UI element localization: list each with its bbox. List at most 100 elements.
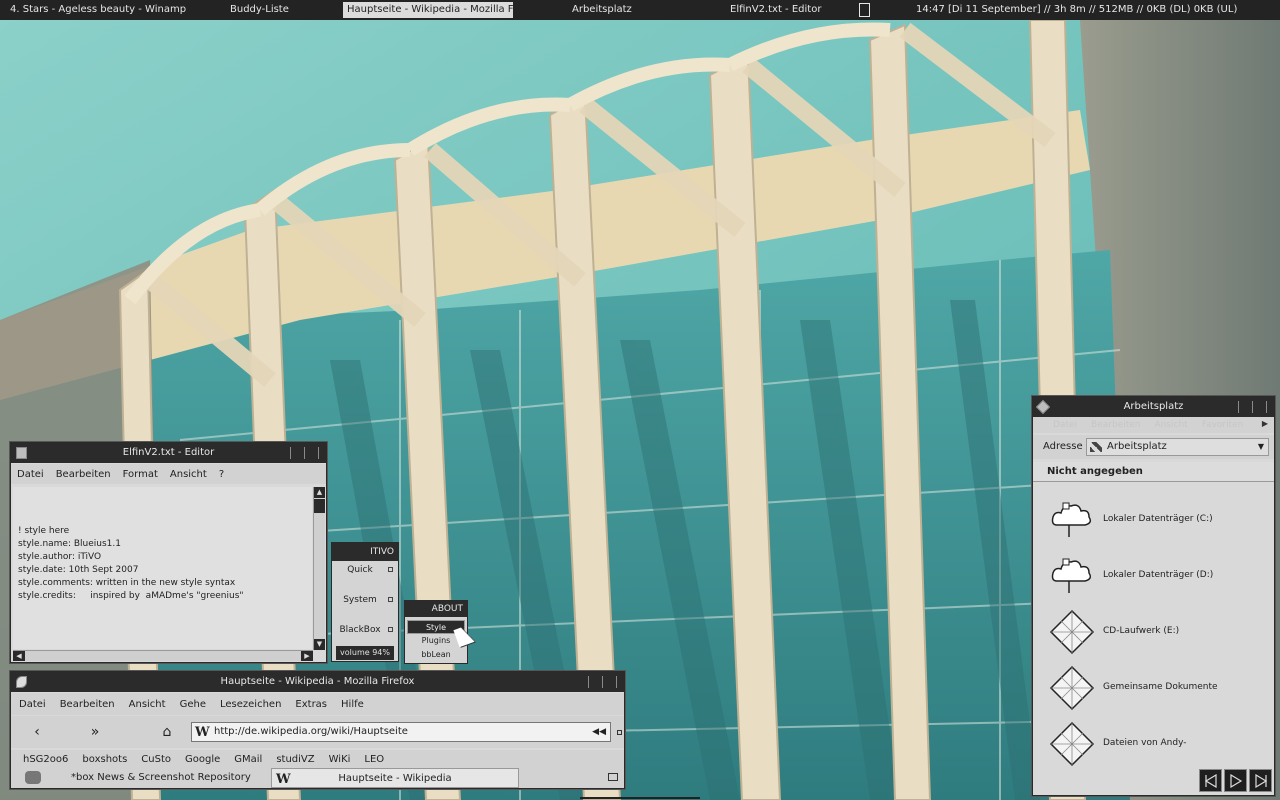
bookmark-item[interactable]: LEO — [364, 754, 384, 765]
menu-item-quick[interactable]: Quick — [332, 563, 398, 577]
drive-item-c[interactable]: Lokaler Datenträger (C:) — [1049, 497, 1269, 545]
drive-label: Dateien von Andy- — [1103, 738, 1187, 748]
menu-item-label: BlackBox — [339, 625, 381, 635]
drive-item-d[interactable]: Lokaler Datenträger (D:) — [1049, 553, 1269, 601]
text-line: style.name: Blueius1.1 — [18, 539, 121, 549]
menu-datei[interactable]: Datei — [1053, 420, 1077, 430]
menu-item-label: Quick — [347, 565, 373, 575]
notepad-icon — [16, 447, 27, 459]
menu-gehe[interactable]: Gehe — [180, 699, 206, 710]
throbber-icon — [617, 730, 622, 735]
previous-workspace-icon[interactable] — [1199, 769, 1222, 792]
next-workspace-icon[interactable] — [1249, 769, 1272, 792]
scroll-thumb[interactable] — [314, 499, 325, 513]
scroll-up-icon[interactable]: ▲ — [314, 487, 325, 498]
menu-bearbeiten[interactable]: Bearbeiten — [60, 699, 115, 710]
text-line: style.comments: written in the new style… — [18, 578, 236, 588]
bookmark-item[interactable]: boxshots — [82, 754, 127, 765]
url-input[interactable]: W http://de.wikipedia.org/wiki/Hauptseit… — [191, 722, 611, 742]
firefox-title: Hauptseite - Wikipedia - Mozilla Firefox — [220, 676, 415, 687]
bookmark-item[interactable]: studiVZ — [276, 754, 314, 765]
play-workspace-icon[interactable] — [1224, 769, 1247, 792]
scroll-right-icon[interactable]: ▶ — [301, 651, 313, 661]
tab-wikipedia[interactable]: W Hauptseite - Wikipedia — [271, 768, 519, 788]
maximize-button[interactable] — [1252, 401, 1256, 413]
back-icon[interactable]: ‹ — [27, 724, 47, 740]
close-button[interactable] — [318, 447, 322, 459]
url-text: http://de.wikipedia.org/wiki/Hauptseite — [214, 726, 408, 737]
menu-item-label: System — [343, 595, 377, 605]
close-button[interactable] — [616, 676, 620, 688]
menu-hilfe[interactable]: Hilfe — [341, 699, 364, 710]
menu-item-bblean[interactable]: bbLean — [405, 648, 467, 662]
folder-item-andy[interactable]: Dateien von Andy- — [1049, 721, 1269, 769]
editor-titlebar[interactable]: ElfinV2.txt - Editor — [11, 443, 326, 463]
bookmark-item[interactable]: GMail — [234, 754, 262, 765]
window-controls — [1238, 401, 1270, 413]
menu-datei[interactable]: Datei — [19, 699, 46, 710]
address-label: Adresse — [1043, 441, 1083, 452]
drive-label: Lokaler Datenträger (D:) — [1103, 570, 1214, 580]
tab-list-icon[interactable] — [608, 773, 618, 781]
minimize-button[interactable] — [290, 447, 294, 459]
horizontal-scrollbar[interactable]: ◀ ▶ — [13, 650, 313, 661]
minimize-button[interactable] — [1238, 401, 1242, 413]
text-line: style.author: iTiVO — [18, 552, 102, 562]
firefox-titlebar[interactable]: Hauptseite - Wikipedia - Mozilla Firefox — [11, 672, 624, 692]
tray-icon[interactable] — [859, 3, 870, 17]
menu-ansicht[interactable]: Ansicht — [170, 469, 207, 480]
menu-extras[interactable]: Extras — [295, 699, 327, 710]
text-line: style.credits: inspired by aMADme's "gre… — [18, 591, 244, 601]
volume-slider[interactable]: volume 94% — [336, 646, 394, 660]
forward-icon[interactable]: » — [85, 724, 105, 740]
menu-item-blackbox[interactable]: BlackBox — [332, 623, 398, 637]
menu-ansicht[interactable]: Ansicht — [129, 699, 166, 710]
menu-bearbeiten[interactable]: Bearbeiten — [56, 469, 111, 480]
close-button[interactable] — [1266, 401, 1270, 413]
maximize-button[interactable] — [602, 676, 606, 688]
vertical-scrollbar[interactable]: ▲ ▼ — [313, 487, 325, 650]
explorer-window: Arbeitsplatz Datei Bearbeiten Ansicht Fa… — [1032, 396, 1275, 796]
task-firefox[interactable]: Hauptseite - Wikipedia - Mozilla Fi... — [343, 2, 513, 18]
task-buddy-list[interactable]: Buddy-Liste — [226, 2, 316, 18]
explorer-title: Arbeitsplatz — [1123, 401, 1184, 412]
bookmark-item[interactable]: WiKi — [329, 754, 351, 765]
firefox-icon — [16, 676, 27, 688]
bookmark-item[interactable]: CuSto — [141, 754, 171, 765]
menu-favoriten[interactable]: Favoriten — [1202, 420, 1244, 430]
explorer-menubar: Datei Bearbeiten Ansicht Favoriten ▶ — [1033, 417, 1274, 433]
drive-item-e[interactable]: CD-Laufwerk (E:) — [1049, 609, 1269, 657]
minimize-button[interactable] — [588, 676, 592, 688]
menu-bearbeiten[interactable]: Bearbeiten — [1091, 420, 1140, 430]
scroll-down-icon[interactable]: ▼ — [314, 639, 325, 650]
task-arbeitsplatz[interactable]: Arbeitsplatz — [568, 2, 648, 18]
scroll-left-icon[interactable]: ◀ — [13, 651, 25, 661]
maximize-button[interactable] — [304, 447, 308, 459]
editor-text-area[interactable]: ! style here style.name: Blueius1.1 style.… — [13, 487, 312, 649]
navigation-toolbar: ‹ » ⌂ W http://de.wikipedia.org/wiki/Hau… — [11, 716, 624, 748]
diamond-grid-icon — [1049, 665, 1095, 711]
chevron-down-icon[interactable]: ▼ — [1258, 439, 1264, 455]
go-icon[interactable]: ◀◀ — [592, 723, 606, 741]
taskbar: 4. Stars - Ageless beauty - Winamp Buddy… — [0, 0, 1280, 20]
menu-help[interactable]: ? — [219, 469, 224, 480]
tab-box-news[interactable]: *box News & Screenshot Repository — [19, 768, 269, 788]
box-favicon-icon — [25, 771, 41, 784]
menu-datei[interactable]: Datei — [17, 469, 44, 480]
bottom-divider — [580, 797, 700, 799]
explorer-titlebar[interactable]: Arbeitsplatz — [1033, 397, 1274, 417]
task-winamp[interactable]: 4. Stars - Ageless beauty - Winamp — [6, 2, 186, 18]
menu-format[interactable]: Format — [123, 469, 158, 480]
drive-label: Lokaler Datenträger (C:) — [1103, 514, 1213, 524]
address-dropdown[interactable]: Arbeitsplatz ▼ — [1086, 438, 1269, 456]
menu-lesezeichen[interactable]: Lesezeichen — [220, 699, 281, 710]
bookmark-item[interactable]: Google — [185, 754, 220, 765]
bookmark-item[interactable]: hSG2oo6 — [23, 754, 68, 765]
folder-item-shared-docs[interactable]: Gemeinsame Dokumente — [1049, 665, 1269, 713]
task-editor[interactable]: ElfinV2.txt - Editor — [726, 2, 836, 18]
menu-ansicht[interactable]: Ansicht — [1154, 420, 1187, 430]
clock-status: 14:47 [Di 11 September] // 3h 8m // 512M… — [916, 4, 1238, 15]
chevron-right-icon[interactable]: ▶ — [1262, 419, 1268, 428]
home-icon[interactable]: ⌂ — [157, 724, 177, 740]
menu-item-system[interactable]: System — [332, 593, 398, 607]
